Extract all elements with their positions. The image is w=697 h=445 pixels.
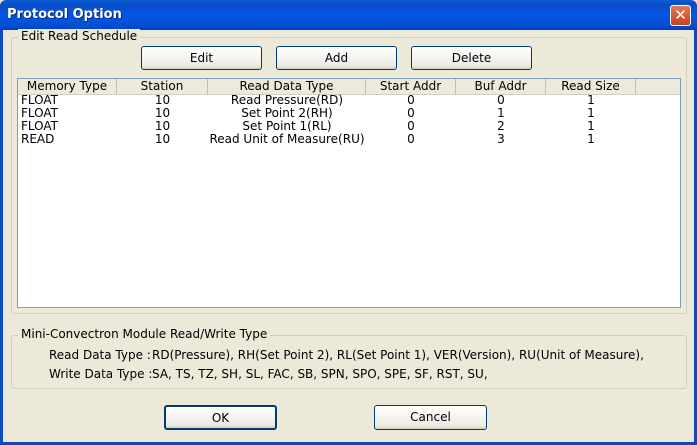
column-header-buf-addr[interactable]: Buf Addr [456, 79, 546, 94]
column-header-read-data-type[interactable]: Read Data Type [208, 79, 366, 94]
cell-station: 10 [154, 132, 171, 146]
write-data-type-label: Write Data Type : [49, 367, 153, 381]
delete-button[interactable]: Delete [411, 46, 532, 70]
read-schedule-list[interactable]: Memory Type Station Read Data Type Start… [17, 78, 681, 308]
list-header: Memory Type Station Read Data Type Start… [18, 79, 680, 95]
edit-read-schedule-label: Edit Read Schedule [18, 29, 141, 43]
table-row[interactable]: FLOAT 10 Read Pressure(RD) 0 0 1 [18, 94, 680, 107]
cancel-button[interactable]: Cancel [374, 405, 487, 430]
protocol-option-dialog: Protocol Option ✕ Edit Read Schedule Edi… [0, 0, 697, 445]
window-frame-left [0, 30, 3, 445]
module-read-write-label: Mini-Convectron Module Read/Write Type [18, 327, 271, 341]
read-data-type-value: RD(Pressure), RH(Set Point 2), RL(Set Po… [152, 348, 644, 362]
column-header-start-addr[interactable]: Start Addr [366, 79, 456, 94]
column-header-station[interactable]: Station [117, 79, 208, 94]
add-button[interactable]: Add [276, 46, 397, 70]
table-row[interactable]: FLOAT 10 Set Point 2(RH) 0 1 1 [18, 107, 680, 120]
table-row[interactable]: READ 10 Read Unit of Measure(RU) 0 3 1 [18, 133, 680, 146]
column-header-memory-type[interactable]: Memory Type [18, 79, 117, 94]
column-header-read-size[interactable]: Read Size [546, 79, 636, 94]
cell-read-data-type: Read Unit of Measure(RU) [209, 132, 365, 146]
write-data-type-value: SA, TS, TZ, SH, SL, FAC, SB, SPN, SPO, S… [152, 367, 488, 381]
cell-read-size: 1 [587, 132, 595, 146]
window-title: Protocol Option [7, 7, 122, 22]
edit-button[interactable]: Edit [141, 46, 262, 70]
cell-memory-type: READ [21, 132, 55, 146]
title-bar[interactable]: Protocol Option ✕ [0, 0, 697, 30]
close-icon[interactable]: ✕ [670, 5, 691, 26]
cell-start-addr: 0 [407, 132, 415, 146]
cell-buf-addr: 3 [497, 132, 505, 146]
ok-button[interactable]: OK [164, 405, 277, 430]
read-data-type-label: Read Data Type : [49, 348, 151, 362]
